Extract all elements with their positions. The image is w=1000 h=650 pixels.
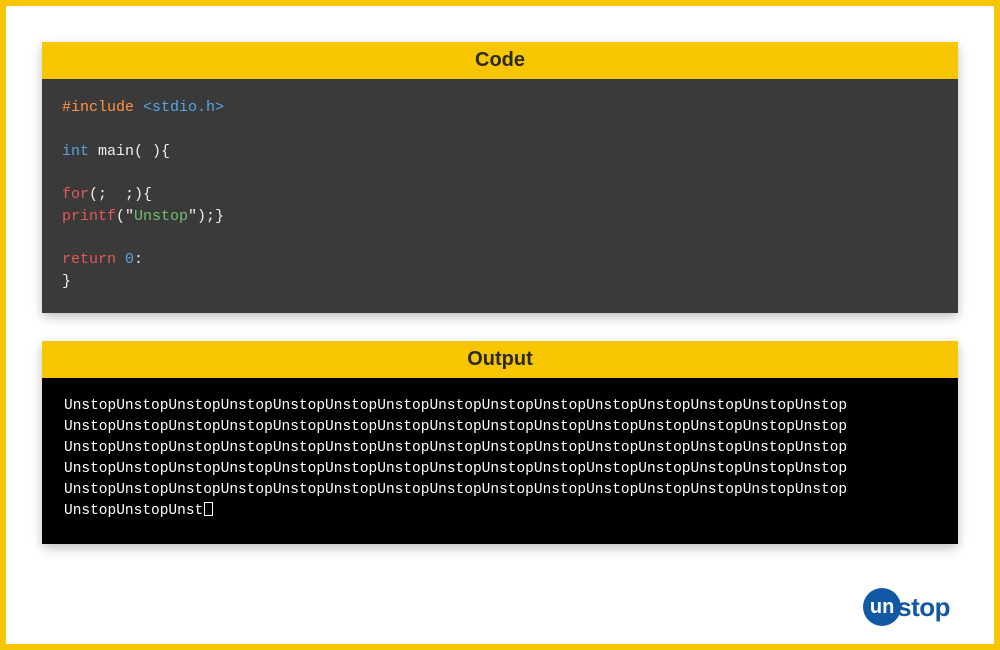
code-token: (" [116,208,134,225]
code-token: } [62,273,71,290]
code-panel-header: Code [42,42,958,79]
output-line: UnstopUnstopUnstopUnstopUnstopUnstopUnst… [64,459,936,480]
code-block: #include <stdio.h> int main( ){ for(; ;)… [42,79,958,313]
code-token: int [62,143,98,160]
output-panel: Output UnstopUnstopUnstopUnstopUnstopUns… [42,341,958,544]
output-panel-header: Output [42,341,958,378]
code-line: int main( ){ [62,141,938,163]
code-token: return [62,251,125,268]
output-line: UnstopUnstopUnstopUnstopUnstopUnstopUnst… [64,396,936,417]
output-line: UnstopUnstopUnstopUnstopUnstopUnstopUnst… [64,438,936,459]
code-token: ");} [188,208,224,225]
document-frame: Code #include <stdio.h> int main( ){ for… [0,0,1000,650]
unstop-logo: unstop [863,588,950,626]
code-token: Unstop [134,208,188,225]
unstop-logo-text: stop [897,592,950,623]
code-line [62,228,938,250]
code-line: } [62,271,938,293]
code-token: : [134,251,143,268]
output-line: UnstopUnstopUnstopUnstopUnstopUnstopUnst… [64,417,936,438]
code-line: printf("Unstop");} [62,206,938,228]
code-line: for(; ;){ [62,184,938,206]
output-line: UnstopUnstopUnstopUnstopUnstopUnstopUnst… [64,480,936,501]
code-token: main( ){ [98,143,170,160]
code-token: 0 [125,251,134,268]
output-block: UnstopUnstopUnstopUnstopUnstopUnstopUnst… [42,378,958,544]
code-token: #include [62,99,143,116]
code-panel: Code #include <stdio.h> int main( ){ for… [42,42,958,313]
code-token: (; ;){ [89,186,152,203]
unstop-logo-circle: un [863,588,901,626]
code-line [62,162,938,184]
code-token: printf [62,208,116,225]
code-line [62,119,938,141]
code-line: #include <stdio.h> [62,97,938,119]
code-token: <stdio.h> [143,99,224,116]
output-line: UnstopUnstopUnst [64,501,936,522]
code-line: return 0: [62,249,938,271]
code-token: for [62,186,89,203]
cursor-icon [204,502,213,516]
